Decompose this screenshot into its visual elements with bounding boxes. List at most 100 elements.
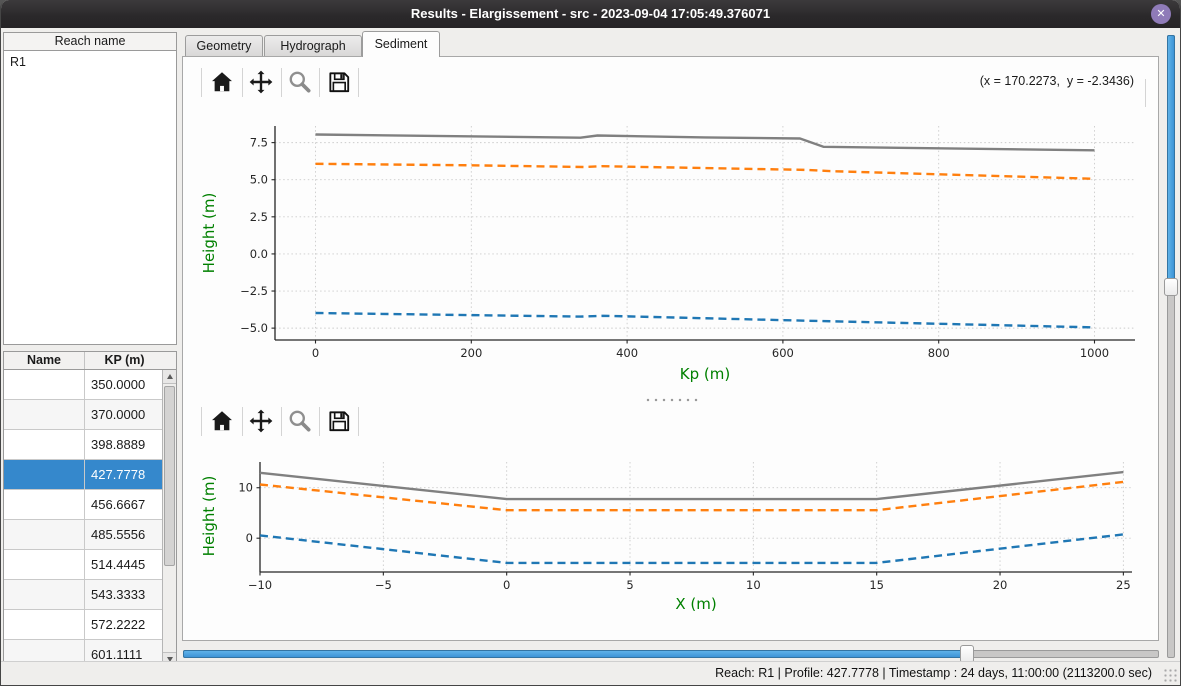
svg-text:600: 600 <box>772 346 794 360</box>
profile-kp-cell: 350.0000 <box>85 370 164 399</box>
svg-text:25: 25 <box>1116 578 1131 592</box>
profile-kp-cell: 572.2222 <box>85 610 164 639</box>
reach-list[interactable]: R1 <box>3 50 177 345</box>
plot-toolbar-top: (x = 170.2273, y = -2.3436) <box>183 67 1160 101</box>
profile-kp-cell: 514.4445 <box>85 550 164 579</box>
window-title: Results - Elargissement - src - 2023-09-… <box>1 0 1180 28</box>
profile-row[interactable]: 456.6667 <box>4 490 164 520</box>
svg-text:400: 400 <box>616 346 638 360</box>
home-button[interactable] <box>207 67 237 97</box>
zoom-button[interactable] <box>285 67 315 97</box>
profile-row[interactable]: 543.3333 <box>4 580 164 610</box>
toolbar-separator <box>201 407 202 436</box>
resize-grip[interactable] <box>1163 668 1177 682</box>
save-icon <box>326 69 352 95</box>
profile-name-cell <box>4 550 85 579</box>
statusbar: Reach: R1 | Profile: 427.7778 | Timestam… <box>1 661 1180 685</box>
profile-kp-cell: 398.8889 <box>85 430 164 459</box>
reach-list-item[interactable]: R1 <box>4 51 176 73</box>
close-button[interactable]: ✕ <box>1151 4 1171 24</box>
profile-row[interactable]: 370.0000 <box>4 400 164 430</box>
app-window: Results - Elargissement - src - 2023-09-… <box>0 0 1181 686</box>
kp-profile-chart[interactable]: 020040060080010007.55.02.50.0−2.5−5.0 <box>183 108 1151 408</box>
time-slider-fill <box>183 650 967 658</box>
table-scrollbar[interactable] <box>162 370 176 665</box>
time-slider[interactable] <box>183 647 1159 661</box>
series-blue-dashed-bottom-level <box>316 313 1095 327</box>
table-scrollbar-thumb[interactable] <box>164 386 175 566</box>
reach-name-header-label: Reach name <box>55 34 126 48</box>
profile-row[interactable]: 514.4445 <box>4 550 164 580</box>
tab-hydrograph[interactable]: Hydrograph <box>264 35 362 57</box>
pan-button[interactable] <box>246 67 276 97</box>
profile-row[interactable]: 485.5556 <box>4 520 164 550</box>
cross-section-chart[interactable]: −10−50510152025100 <box>183 448 1151 638</box>
toolbar-separator <box>281 68 282 97</box>
cursor-coordinates-readout: (x = 170.2273, y = -2.3436) <box>980 74 1134 88</box>
profile-name-cell <box>4 430 85 459</box>
toolbar-separator <box>358 68 359 97</box>
splitter-dots-icon <box>644 398 700 402</box>
splitter-handle[interactable] <box>183 395 1160 404</box>
column-header-kp: KP (m) <box>85 352 164 369</box>
home-button[interactable] <box>207 406 237 436</box>
svg-text:1000: 1000 <box>1080 346 1109 360</box>
toolbar-separator <box>242 407 243 436</box>
svg-text:20: 20 <box>993 578 1008 592</box>
tab-sediment[interactable]: Sediment <box>362 31 440 57</box>
svg-text:7.5: 7.5 <box>250 136 268 150</box>
svg-text:10: 10 <box>746 578 761 592</box>
profile-name-cell <box>4 580 85 609</box>
column-header-name: Name <box>4 352 85 369</box>
save-button[interactable] <box>324 406 354 436</box>
profile-kp-cell: 543.3333 <box>85 580 164 609</box>
svg-text:2.5: 2.5 <box>250 210 268 224</box>
scroll-up-icon <box>167 374 173 379</box>
sediment-tab-panel: (x = 170.2273, y = -2.3436) 020040060080… <box>182 56 1159 641</box>
profile-name-cell <box>4 400 85 429</box>
svg-text:−5.0: −5.0 <box>240 321 268 335</box>
status-text: Reach: R1 | Profile: 427.7778 | Timestam… <box>715 666 1152 680</box>
profile-name-cell <box>4 370 85 399</box>
profile-name-cell <box>4 460 85 489</box>
svg-text:−5: −5 <box>375 578 392 592</box>
profile-table: Name KP (m) 350.0000370.0000398.8889427.… <box>3 351 177 665</box>
toolbar-separator <box>201 68 202 97</box>
profile-slider[interactable] <box>1165 35 1177 658</box>
pan-button[interactable] <box>246 406 276 436</box>
profile-name-cell <box>4 520 85 549</box>
series-gray-solid-bank-profile <box>260 472 1123 499</box>
profile-kp-cell: 456.6667 <box>85 490 164 519</box>
series-gray-solid-top-level <box>316 135 1095 151</box>
y-axis-label: Height (m) <box>200 193 218 274</box>
save-button[interactable] <box>324 67 354 97</box>
profile-kp-cell: 370.0000 <box>85 400 164 429</box>
profile-kp-cell: 427.7778 <box>85 460 164 489</box>
profile-row[interactable]: 398.8889 <box>4 430 164 460</box>
profile-row[interactable]: 572.2222 <box>4 610 164 640</box>
profile-slider-handle[interactable] <box>1164 278 1178 296</box>
svg-text:0: 0 <box>312 346 319 360</box>
scroll-up-button[interactable] <box>163 370 176 384</box>
x-axis-label: Kp (m) <box>680 365 730 383</box>
x-axis-label: X (m) <box>675 595 716 613</box>
profile-name-cell <box>4 490 85 519</box>
save-icon <box>326 408 352 434</box>
cross-section-chart-area: −10−50510152025100 X (m) Height (m) <box>183 448 1151 638</box>
pan-icon <box>248 408 274 434</box>
svg-text:5.0: 5.0 <box>250 173 268 187</box>
tab-geometry[interactable]: Geometry <box>185 35 263 57</box>
profile-name-cell <box>4 610 85 639</box>
svg-text:0.0: 0.0 <box>250 247 268 261</box>
zoom-icon <box>287 69 313 95</box>
svg-text:0: 0 <box>503 578 510 592</box>
profile-row[interactable]: 427.7778 <box>4 460 164 490</box>
toolbar-separator <box>319 407 320 436</box>
zoom-button[interactable] <box>285 406 315 436</box>
profile-table-header: Name KP (m) <box>4 352 176 370</box>
titlebar[interactable]: Results - Elargissement - src - 2023-09-… <box>1 0 1180 28</box>
profile-table-body: 350.0000370.0000398.8889427.7778456.6667… <box>4 370 164 665</box>
profile-row[interactable]: 350.0000 <box>4 370 164 400</box>
series-orange-dashed-mid-level <box>316 164 1095 179</box>
pan-icon <box>248 69 274 95</box>
